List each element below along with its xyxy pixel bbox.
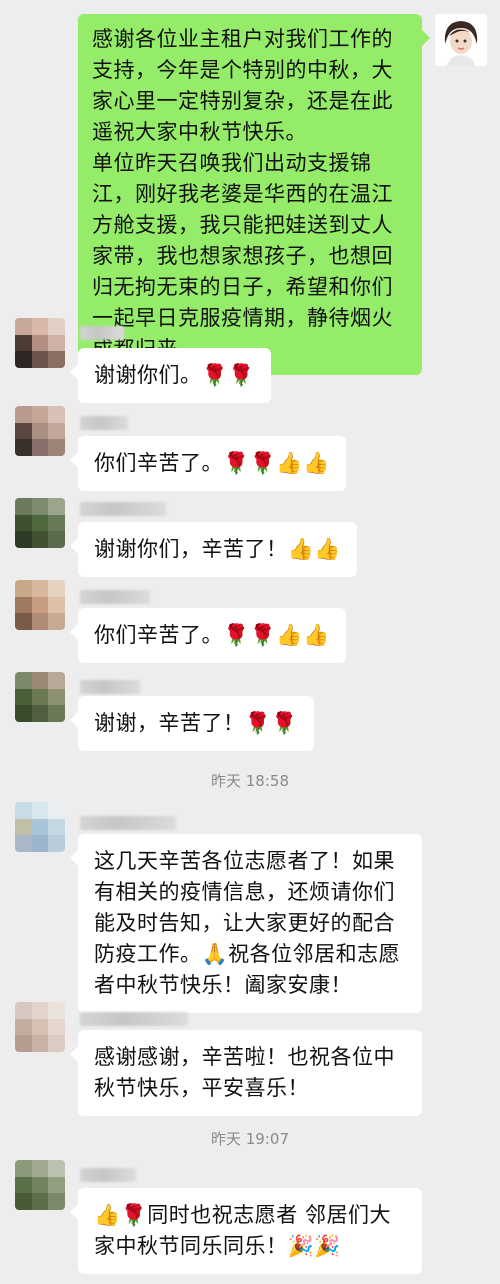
message-bubble[interactable]: 这几天辛苦各位志愿者了！如果有相关的疫情信息，还烦请你们能及时告知，让大家更好的… xyxy=(70,834,422,1013)
message-bubble[interactable]: 谢谢你们，辛苦了！👍👍 xyxy=(70,522,357,577)
message-bubble[interactable]: 谢谢，辛苦了！🌹🌹 xyxy=(70,696,314,751)
self-message-bubble[interactable]: 感谢各位业主租户对我们工作的支持，今年是个特别的中秋，大家心里一定特别复杂，还是… xyxy=(78,14,430,375)
pixelated-avatar-icon[interactable] xyxy=(15,318,65,368)
message-bubble[interactable]: 你们辛苦了。🌹🌹👍👍 xyxy=(70,436,346,491)
sender-name-blurred xyxy=(80,816,176,830)
message-bubble[interactable]: 👍🌹同时也祝志愿者 邻居们大家中秋节同乐同乐！🎉🎉 xyxy=(70,1188,422,1274)
pixelated-avatar-icon[interactable] xyxy=(15,406,65,456)
sender-name-blurred xyxy=(80,1012,188,1026)
sender-name-blurred xyxy=(80,502,166,516)
message-bubble[interactable]: 谢谢你们。🌹🌹 xyxy=(70,348,271,403)
sender-name-blurred xyxy=(80,416,128,430)
pixelated-avatar-icon[interactable] xyxy=(15,1002,65,1052)
pixelated-avatar-icon[interactable] xyxy=(15,1160,65,1210)
message-bubble[interactable]: 感谢感谢，辛苦啦！也祝各位中秋节快乐，平安喜乐！ xyxy=(70,1030,422,1116)
pixelated-avatar-icon[interactable] xyxy=(15,580,65,630)
sender-name-blurred xyxy=(80,590,150,604)
pixelated-avatar-icon[interactable] xyxy=(15,802,65,852)
sender-name-blurred xyxy=(80,326,124,340)
sender-name-blurred xyxy=(80,1168,136,1182)
timestamp: 昨天 18:58 xyxy=(211,772,289,790)
self-avatar-icon[interactable] xyxy=(435,14,487,66)
pixelated-avatar-icon[interactable] xyxy=(15,498,65,548)
timestamp: 昨天 19:07 xyxy=(211,1130,289,1148)
message-bubble[interactable]: 你们辛苦了。🌹🌹👍👍 xyxy=(70,608,346,663)
sender-name-blurred xyxy=(80,680,140,694)
pixelated-avatar-icon[interactable] xyxy=(15,672,65,722)
